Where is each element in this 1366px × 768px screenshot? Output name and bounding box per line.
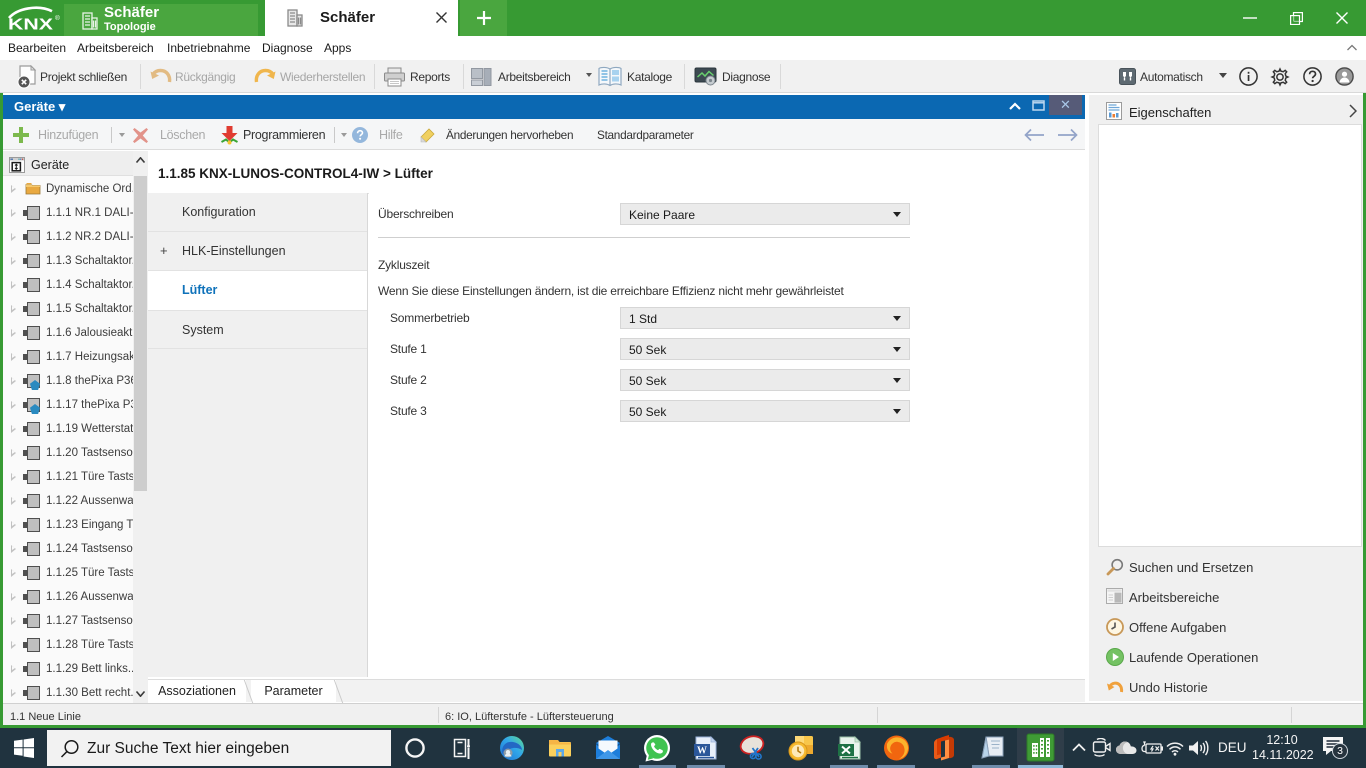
svg-text:®: ® bbox=[55, 14, 60, 22]
svg-text:KNX: KNX bbox=[8, 17, 54, 34]
svg-text:W: W bbox=[697, 746, 707, 757]
